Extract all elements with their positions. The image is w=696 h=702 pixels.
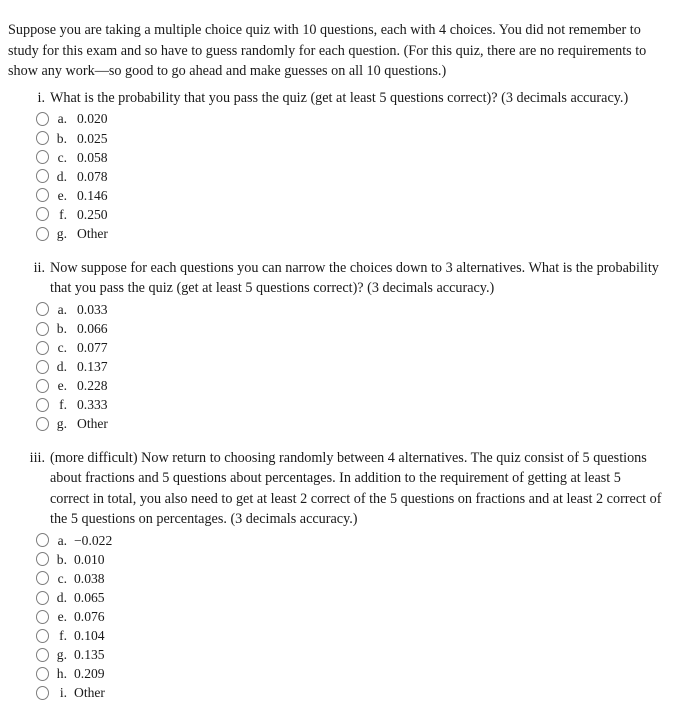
option-row[interactable]: e. 0.076 xyxy=(0,607,696,626)
question-i-numeral: i. xyxy=(37,90,46,106)
question-iii-options: a. −0.022 b. 0.010 c. 0.038 d. 0.065 e. xyxy=(0,531,696,702)
option-row[interactable]: c. 0.058 xyxy=(0,148,696,167)
option-value: −0.022 xyxy=(74,532,113,548)
option-row[interactable]: e. 0.228 xyxy=(0,376,696,395)
option-value: 0.137 xyxy=(77,359,108,375)
question-i: i. What is the probability that you pass… xyxy=(0,88,696,243)
option-value: 0.058 xyxy=(77,149,108,165)
intro-paragraph: Suppose you are taking a multiple choice… xyxy=(8,22,647,80)
question-iii: iii. (more difficult) Now return to choo… xyxy=(0,448,696,702)
option-row[interactable]: a. 0.033 xyxy=(0,300,696,319)
option-row[interactable]: f. 0.333 xyxy=(0,395,696,414)
option-letter: d. xyxy=(56,359,67,375)
option-letter: a. xyxy=(57,111,67,127)
option-letter: e. xyxy=(57,609,67,624)
option-letter: g. xyxy=(56,647,67,663)
option-value: 0.078 xyxy=(77,168,108,184)
option-row[interactable]: f. 0.250 xyxy=(0,205,696,224)
question-i-prompt: What is the probability that you pass th… xyxy=(50,90,629,106)
option-value: Other xyxy=(77,225,108,241)
question-i-options: a. 0.020 b. 0.025 c. 0.058 d. 0.078 e. 0… xyxy=(0,109,696,243)
option-value: 0.209 xyxy=(74,666,105,682)
option-letter: f. xyxy=(59,397,67,413)
option-value: 0.104 xyxy=(74,628,105,644)
option-letter: c. xyxy=(57,570,67,586)
question-i-heading: i. What is the probability that you pass… xyxy=(0,88,696,108)
option-letter: a. xyxy=(57,301,67,317)
option-row[interactable]: b. 0.025 xyxy=(0,129,696,148)
option-letter: d. xyxy=(56,589,67,605)
question-ii-heading: ii. Now suppose for each questions you c… xyxy=(0,258,696,299)
option-value: 0.250 xyxy=(77,206,108,222)
option-row[interactable]: e. 0.146 xyxy=(0,186,696,205)
option-row[interactable]: b. 0.010 xyxy=(0,550,696,569)
option-letter: c. xyxy=(57,340,67,355)
option-row[interactable]: g. Other xyxy=(0,414,696,433)
option-letter: f. xyxy=(59,628,67,644)
option-letter: e. xyxy=(57,378,67,394)
option-row[interactable]: c. 0.077 xyxy=(0,338,696,357)
option-letter: h. xyxy=(56,666,67,682)
option-value: Other xyxy=(77,416,108,432)
quiz-page: Suppose you are taking a multiple choice… xyxy=(0,0,696,700)
option-letter: g. xyxy=(56,225,67,241)
option-value: 0.146 xyxy=(77,187,108,203)
option-row[interactable]: i. Other xyxy=(0,683,696,702)
question-ii-prompt: Now suppose for each questions you can n… xyxy=(50,260,659,297)
question-ii: ii. Now suppose for each questions you c… xyxy=(0,258,696,433)
option-value: Other xyxy=(74,685,105,701)
option-row[interactable]: d. 0.078 xyxy=(0,167,696,186)
option-row[interactable]: h. 0.209 xyxy=(0,664,696,683)
option-row[interactable]: b. 0.066 xyxy=(0,319,696,338)
option-row[interactable]: c. 0.038 xyxy=(0,569,696,588)
option-letter: b. xyxy=(56,551,67,567)
option-value: 0.077 xyxy=(77,340,108,355)
option-value: 0.066 xyxy=(77,320,108,336)
option-letter: c. xyxy=(57,149,67,165)
option-row[interactable]: f. 0.104 xyxy=(0,626,696,645)
option-value: 0.010 xyxy=(74,551,105,567)
option-letter: a. xyxy=(57,532,67,548)
option-row[interactable]: a. −0.022 xyxy=(0,531,696,550)
option-letter: d. xyxy=(56,168,67,184)
option-letter: g. xyxy=(56,416,67,432)
option-letter: b. xyxy=(56,320,67,336)
question-iii-prompt: (more difficult) Now return to choosing … xyxy=(50,450,662,528)
option-row[interactable]: a. 0.020 xyxy=(0,109,696,128)
option-value: 0.033 xyxy=(77,301,108,317)
question-ii-numeral: ii. xyxy=(33,260,45,276)
option-value: 0.038 xyxy=(74,570,105,586)
question-iii-numeral: iii. xyxy=(29,450,45,466)
option-value: 0.065 xyxy=(74,589,105,605)
option-row[interactable]: d. 0.065 xyxy=(0,588,696,607)
option-letter: i. xyxy=(59,685,67,701)
option-value: 0.228 xyxy=(77,378,108,394)
option-letter: f. xyxy=(59,206,67,222)
question-ii-options: a. 0.033 b. 0.066 c. 0.077 d. 0.137 e. 0… xyxy=(0,300,696,434)
option-row[interactable]: d. 0.137 xyxy=(0,357,696,376)
option-row[interactable]: g. Other xyxy=(0,224,696,243)
option-letter: b. xyxy=(56,130,67,146)
option-row[interactable]: g. 0.135 xyxy=(0,645,696,664)
option-value: 0.025 xyxy=(77,130,108,146)
question-iii-heading: iii. (more difficult) Now return to choo… xyxy=(0,448,696,530)
option-value: 0.135 xyxy=(74,647,105,663)
option-value: 0.333 xyxy=(77,397,108,413)
option-letter: e. xyxy=(57,187,67,203)
option-value: 0.020 xyxy=(77,111,108,127)
option-value: 0.076 xyxy=(74,609,105,624)
